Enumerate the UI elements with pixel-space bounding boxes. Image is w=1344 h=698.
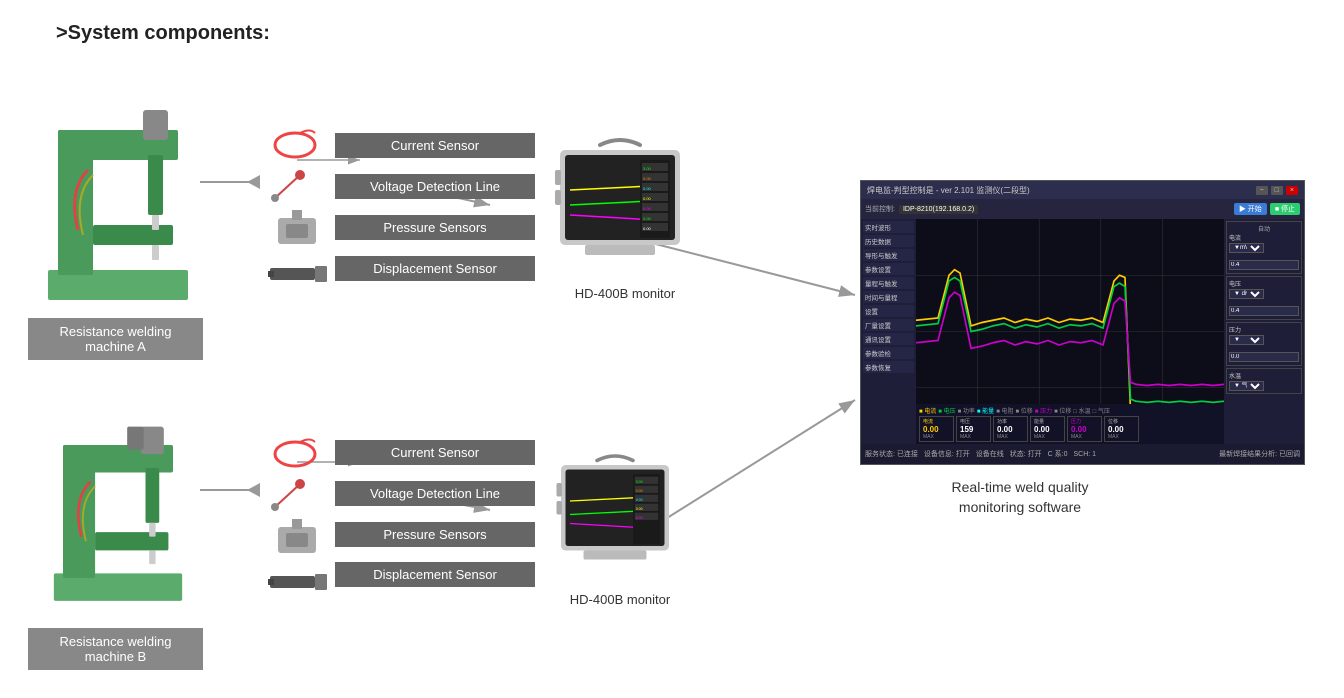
sw-device-value: IDP-8210(192.168.0.2) <box>899 205 978 214</box>
voltage-sensor-label-bottom: Voltage Detection Line <box>335 481 535 506</box>
svg-text:0.00: 0.00 <box>636 489 643 493</box>
sw-minimize-btn[interactable]: − <box>1256 186 1268 195</box>
sw-nav-params[interactable]: 参数设置 <box>863 263 914 275</box>
svg-text:0.00: 0.00 <box>643 216 652 221</box>
monitor-top-label: HD-400B monitor <box>560 286 690 301</box>
sw-current-select[interactable]: ▼mV/div <box>1229 243 1264 253</box>
current-sensor-icon-bottom <box>265 437 325 472</box>
svg-text:0.00: 0.00 <box>643 206 652 211</box>
sw-current-input[interactable] <box>1229 260 1299 270</box>
sw-toolbar: 当前控制: IDP-8210(192.168.0.2) ▶ 开始 ■ 停止 <box>861 199 1304 219</box>
current-sensor-label-bottom: Current Sensor <box>335 440 535 465</box>
sw-group-pressure: 压力 ▼ <box>1226 322 1302 366</box>
sw-voltage-select[interactable]: ▼ div <box>1229 289 1264 299</box>
sw-group-displacement: 水温 ▼ 气压 <box>1226 368 1302 394</box>
sw-nav-time[interactable]: 时间与量程 <box>863 291 914 303</box>
sw-start-btn[interactable]: ▶ 开始 <box>1234 203 1267 215</box>
sw-status-service: 服务状态: 已连接 <box>865 449 918 459</box>
sw-nav-backup[interactable]: 参数恢复 <box>863 361 914 373</box>
software-screenshot: 焊电监-判型控制是 - ver 2.101 监测仪(二段型) − □ × 当前控… <box>860 180 1305 465</box>
voltage-sensor-icon-bottom <box>265 479 325 514</box>
sw-titlebar: 焊电监-判型控制是 - ver 2.101 监测仪(二段型) − □ × <box>861 181 1304 199</box>
sw-stop-btn[interactable]: ■ 停止 <box>1270 203 1300 215</box>
sw-status-mode: C 系:0 <box>1048 449 1068 459</box>
displacement-sensor-icon-bottom <box>268 566 328 596</box>
sw-disp-select[interactable]: ▼ 气压 <box>1229 381 1264 391</box>
sw-group-voltage: 电压 ▼ div <box>1226 276 1302 320</box>
sw-right-panel: 自动 电流 ▼mV/div 电压 ▼ div 压力 <box>1224 219 1304 444</box>
sw-status-right: 最新焊接结果分析: 已回调 <box>1219 449 1300 459</box>
sw-nav-history[interactable]: 历史数据 <box>863 235 914 247</box>
pressure-sensor-label-top: Pressure Sensors <box>335 215 535 240</box>
pressure-sensor-icon-top <box>270 210 325 250</box>
sw-nav-realtime[interactable]: 实时波形 <box>863 221 914 233</box>
svg-text:0.00: 0.00 <box>636 498 643 502</box>
sw-status-sch: SCH: 1 <box>1074 451 1097 458</box>
sw-status-ok: 状态: 打开 <box>1010 449 1042 459</box>
sw-nav-comm[interactable]: 通讯设置 <box>863 333 914 345</box>
sw-close-btn[interactable]: × <box>1286 186 1298 195</box>
sw-device-label: 当前控制: <box>865 204 895 214</box>
sw-nav-ok[interactable]: 设置 <box>863 305 914 317</box>
sw-status-device: 设备信息: 打开 <box>924 449 970 459</box>
sw-chart-area: 0ms 6.2ms 12.4ms 18.6ms 24ms 31ms 37.2ms… <box>916 219 1224 444</box>
svg-text:0.00: 0.00 <box>636 507 643 511</box>
monitor-device-top: 3.00 0.00 0.00 0.00 0.00 0.00 0.00 <box>555 130 685 280</box>
displacement-sensor-label-bottom: Displacement Sensor <box>335 562 535 587</box>
machine-a-label: Resistance welding machine A <box>28 318 203 360</box>
sw-pressure-select[interactable]: ▼ <box>1229 335 1264 345</box>
svg-text:0.00: 0.00 <box>643 196 652 201</box>
sw-maximize-btn[interactable]: □ <box>1271 186 1283 195</box>
svg-text:3.00: 3.00 <box>643 166 652 171</box>
sw-nav-device[interactable]: 厂量设置 <box>863 319 914 331</box>
sw-nav-trigger[interactable]: 导形与触发 <box>863 249 914 261</box>
pressure-sensor-label-bottom: Pressure Sensors <box>335 522 535 547</box>
sw-title-text: 焊电监-判型控制是 - ver 2.101 监测仪(二段型) <box>867 185 1030 196</box>
sw-status-bar: 服务状态: 已连接 设备信息: 打开 设备在线 状态: 打开 C 系:0 SCH… <box>861 444 1304 464</box>
voltage-sensor-icon-top <box>265 170 325 205</box>
voltage-sensor-label-top: Voltage Detection Line <box>335 174 535 199</box>
svg-text:0.00: 0.00 <box>643 186 652 191</box>
displacement-sensor-icon-top <box>268 258 328 288</box>
svg-text:0.00: 0.00 <box>636 516 643 520</box>
software-label: Real-time weld quality monitoring softwa… <box>920 478 1120 517</box>
current-sensor-icon-top <box>265 128 325 163</box>
pressure-sensor-icon-bottom <box>270 519 325 559</box>
monitor-bottom-label: HD-400B monitor <box>555 592 685 607</box>
sw-status-online: 设备在线 <box>976 449 1004 459</box>
displacement-sensor-label-top: Displacement Sensor <box>335 256 535 281</box>
sw-main-area: 实时波形 历史数据 导形与触发 参数设置 量程与触发 时间与量程 设置 厂量设置… <box>861 219 1304 444</box>
welding-machine-a <box>28 70 208 310</box>
svg-text:3.00: 3.00 <box>636 480 643 484</box>
welding-machine-b <box>28 390 208 610</box>
svg-text:0.00: 0.00 <box>643 176 652 181</box>
sw-nav-check[interactable]: 参数验检 <box>863 347 914 359</box>
current-sensor-label-top: Current Sensor <box>335 133 535 158</box>
monitor-device-bottom: 3.00 0.00 0.00 0.00 0.00 <box>555 447 675 582</box>
machine-b-label: Resistance welding machine B <box>28 628 203 670</box>
sw-nav-quality[interactable]: 量程与触发 <box>863 277 914 289</box>
sw-voltage-input[interactable] <box>1229 306 1299 316</box>
page-title: >System components: <box>56 22 270 45</box>
sw-group-auto: 自动 电流 ▼mV/div <box>1226 221 1302 274</box>
sw-left-panel: 实时波形 历史数据 导形与触发 参数设置 量程与触发 时间与量程 设置 厂量设置… <box>861 219 916 444</box>
svg-text:0.00: 0.00 <box>643 226 652 231</box>
sw-pressure-input[interactable] <box>1229 352 1299 362</box>
